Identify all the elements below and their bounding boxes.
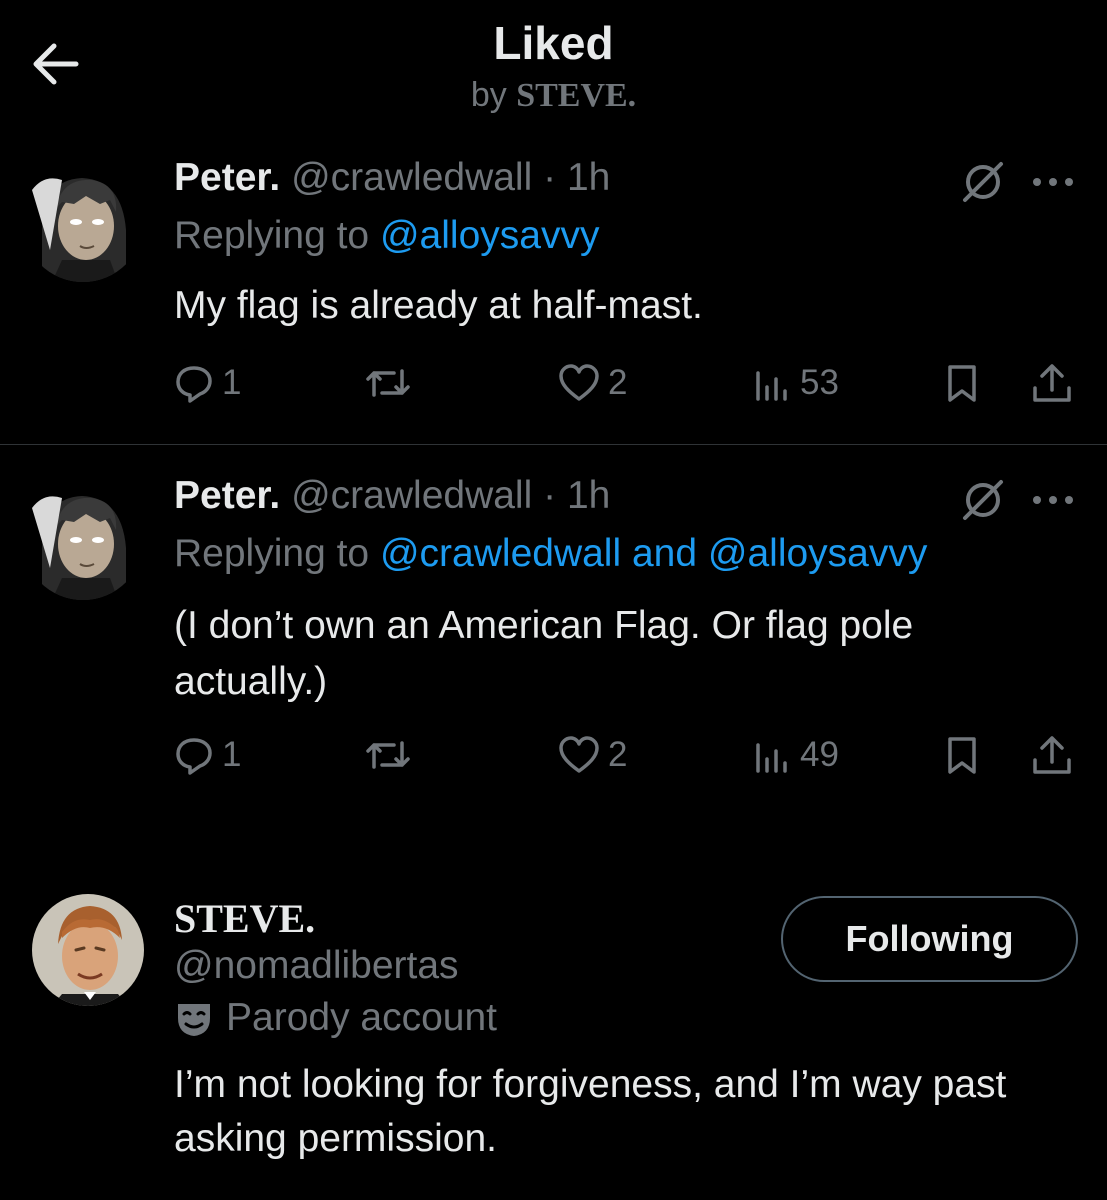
tweet-divider	[0, 444, 1107, 445]
more-icon[interactable]	[1029, 172, 1077, 192]
top-header: Liked by STEVE.	[0, 0, 1107, 130]
tweet[interactable]: Peter. @crawledwall · 1h Replying to @al…	[0, 140, 1107, 440]
repost-icon	[366, 741, 410, 769]
grok-icon[interactable]	[959, 476, 1007, 524]
replying-link[interactable]: @crawledwall and @alloysavvy	[380, 532, 927, 575]
views-icon	[756, 743, 787, 773]
view-count: 49	[800, 735, 839, 774]
replying-prefix: Replying to	[174, 532, 370, 575]
repost-icon	[366, 369, 410, 397]
avatar[interactable]	[22, 478, 144, 600]
avatar-image	[22, 478, 144, 600]
profile-bio: I’m not looking for forgiveness, and I’m…	[174, 1063, 1007, 1160]
timestamp[interactable]: 1h	[567, 156, 610, 199]
like-count: 2	[608, 363, 628, 402]
profile-avatar-image	[32, 894, 144, 1006]
bookmark-icon	[948, 737, 976, 774]
bookmark-icon	[948, 365, 976, 402]
profile-name[interactable]: STEVE.	[174, 895, 315, 942]
parody-label: Parody account	[174, 996, 497, 1040]
bookmark-button[interactable]	[942, 730, 982, 780]
tweet-header: Peter. @crawledwall · 1h	[174, 474, 610, 518]
timestamp[interactable]: 1h	[567, 474, 610, 517]
tweet-header: Peter. @crawledwall · 1h	[174, 156, 610, 200]
like-icon	[559, 364, 599, 401]
like-button[interactable]: 2	[558, 730, 627, 780]
grok-icon[interactable]	[959, 158, 1007, 206]
replying-prefix: Replying to	[174, 214, 370, 257]
repost-button[interactable]	[364, 358, 412, 408]
profile-handle[interactable]: @nomadlibertas	[174, 944, 459, 988]
bookmark-button[interactable]	[942, 358, 982, 408]
reply-icon	[176, 738, 212, 775]
more-icon[interactable]	[1029, 490, 1077, 510]
action-bar: 1 2 49	[174, 730, 1084, 780]
replying-link[interactable]: @alloysavvy	[380, 214, 600, 257]
views-button[interactable]: 53	[752, 358, 839, 408]
action-bar: 1 2 53	[174, 358, 1084, 408]
view-count: 53	[800, 363, 839, 402]
reply-count: 1	[222, 735, 242, 774]
tweet-text: (I don’t own an American Flag. Or flag p…	[174, 604, 914, 703]
like-icon	[559, 736, 599, 773]
profile-avatar[interactable]	[32, 894, 144, 1006]
tweet-text: My flag is already at half-mast.	[174, 284, 703, 327]
author-handle[interactable]: @crawledwall	[291, 474, 532, 517]
share-button[interactable]	[1030, 730, 1074, 780]
separator-dot: ·	[543, 474, 557, 517]
like-count: 2	[608, 735, 628, 774]
avatar[interactable]	[22, 160, 144, 282]
author-name[interactable]: Peter.	[174, 474, 280, 517]
page-title: Liked	[493, 17, 614, 69]
replying-to: Replying to @alloysavvy	[174, 214, 599, 258]
avatar-image	[22, 160, 144, 282]
share-icon	[1033, 364, 1071, 402]
author-name[interactable]: Peter.	[174, 156, 280, 199]
reply-button[interactable]: 1	[174, 730, 241, 780]
author-handle[interactable]: @crawledwall	[291, 156, 532, 199]
share-button[interactable]	[1030, 358, 1074, 408]
views-button[interactable]: 49	[752, 730, 839, 780]
replying-to: Replying to @crawledwall and @alloysavvy	[174, 532, 927, 576]
parody-text: Parody account	[226, 996, 498, 1039]
following-button[interactable]: Following	[781, 896, 1078, 982]
subtitle-name[interactable]: STEVE.	[516, 77, 636, 114]
repost-button[interactable]	[364, 730, 412, 780]
share-icon	[1033, 736, 1071, 774]
like-button[interactable]: 2	[558, 358, 627, 408]
page-subtitle: by STEVE.	[0, 76, 1107, 115]
parody-mask-icon	[178, 1004, 210, 1036]
separator-dot: ·	[543, 156, 557, 199]
subtitle-prefix: by	[470, 76, 507, 114]
reply-icon	[176, 366, 212, 403]
reply-count: 1	[222, 363, 242, 402]
views-icon	[756, 371, 787, 401]
tweet[interactable]: Peter. @crawledwall · 1h Replying to @cr…	[0, 458, 1107, 798]
reply-button[interactable]: 1	[174, 358, 241, 408]
